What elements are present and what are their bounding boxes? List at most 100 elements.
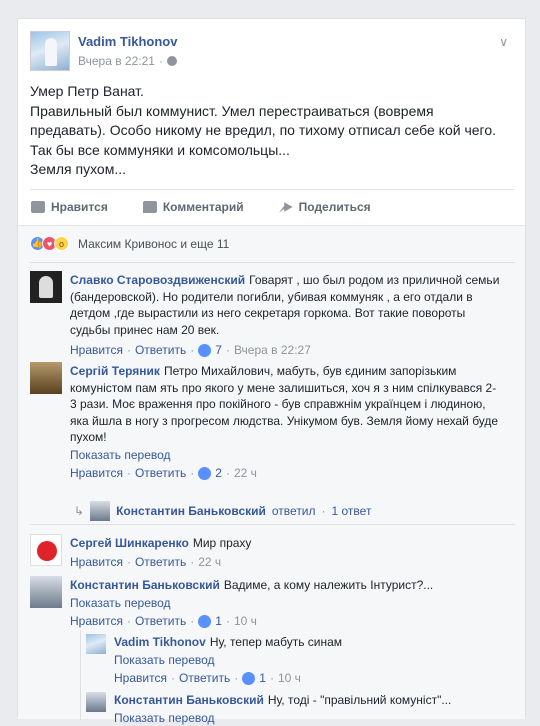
- avatar[interactable]: [30, 362, 62, 394]
- like-count-icon: [242, 672, 255, 685]
- comment-actions: Нравится · Ответить · 2 · 22 ч: [70, 465, 515, 482]
- separator-dot: ·: [127, 342, 131, 359]
- show-translation-link[interactable]: Показать перевод: [114, 652, 514, 669]
- comment-text: Ну, тепер мабуть синам: [210, 635, 342, 649]
- reactions-summary[interactable]: 👍 ♥ o Максим Кривонос и еще 11: [30, 236, 229, 251]
- post-line: Земля пухом...: [30, 160, 515, 180]
- comment-body: Константин Баньковский Вадиме, а кому нал…: [70, 577, 515, 630]
- comment-body: Славко СтаровоздвиженскийГоварят , шо бы…: [70, 272, 515, 359]
- post-card: Vadim Tikhonov Вчера в 22:21 · ∨ Умер Пе…: [17, 18, 526, 718]
- author-avatar[interactable]: [30, 31, 70, 71]
- comment-like-link[interactable]: Нравится: [70, 342, 123, 359]
- comment-reply-link[interactable]: Ответить: [135, 465, 186, 482]
- comment-text: Петро Михайлович, мабуть, був єдиним зап…: [164, 364, 456, 378]
- comment-line: детдом ,где вырастили из него секретаря …: [70, 305, 515, 322]
- separator-dot: ·: [171, 670, 175, 687]
- separator-dot: ·: [190, 342, 194, 359]
- show-translation-link[interactable]: Показать перевод: [70, 595, 515, 612]
- post-line: Правильный был коммунист. Умел перестраи…: [30, 102, 515, 122]
- comment-actions: Нравится · Ответить · 1 · 10 ч: [70, 613, 515, 630]
- comment-reply-link[interactable]: Ответить: [135, 613, 186, 630]
- reply-count: 1 ответ: [332, 504, 372, 518]
- comment-line: (бандеровской). Но родители погибли, уби…: [70, 289, 515, 306]
- comment-line: Константин БаньковскийНу, тоді - "правіл…: [114, 692, 514, 709]
- comment-reply-link[interactable]: Ответить: [179, 670, 230, 687]
- comment-line: Vadim Tikhonov Ну, тепер мабуть синам: [114, 634, 514, 651]
- comment-line: комуністом пам ять про якого у мене зали…: [70, 380, 515, 397]
- comment-actions: Нравится · Ответить · 7 · Вчера в 22:27: [70, 342, 515, 359]
- like-count[interactable]: 1: [259, 670, 266, 687]
- comment-reply-link[interactable]: Ответить: [135, 554, 186, 571]
- comment-text: Вадиме, а кому належить Інтурист?...: [224, 578, 433, 592]
- comment-body: Сергій Теряник Петро Михайлович, мабуть, …: [70, 363, 515, 482]
- commenter-name[interactable]: Константин Баньковский: [70, 578, 220, 592]
- comment-time[interactable]: Вчера в 22:27: [234, 342, 311, 359]
- commenter-name[interactable]: Константин Баньковский: [114, 693, 264, 707]
- chevron-down-icon[interactable]: ∨: [499, 35, 508, 49]
- like-count-icon: [198, 467, 211, 480]
- view-replies-link[interactable]: ↳ Константин Баньковский ответил · 1 отв…: [74, 501, 371, 521]
- avatar[interactable]: [86, 634, 106, 654]
- avatar[interactable]: [30, 534, 62, 566]
- commenter-name[interactable]: Vadim Tikhonov: [114, 635, 206, 649]
- comment-text: Мир праху: [193, 536, 252, 550]
- share-button[interactable]: Поделиться: [278, 200, 371, 214]
- like-count[interactable]: 7: [215, 342, 222, 359]
- separator-dot: ·: [234, 670, 238, 687]
- commenter-name[interactable]: Сергей Шинкаренко: [70, 536, 189, 550]
- reply-arrow-icon: ↳: [74, 504, 84, 518]
- comment-line: яка йшла в ногу з прогресом людства. Уні…: [70, 413, 515, 430]
- like-count[interactable]: 2: [215, 465, 222, 482]
- separator-dot: ·: [127, 613, 131, 630]
- post-timestamp[interactable]: Вчера в 22:21: [78, 54, 155, 68]
- comment-line: Сергій Теряник Петро Михайлович, мабуть, …: [70, 363, 515, 380]
- comment-body: Константин БаньковскийНу, тоді - "правіл…: [114, 692, 514, 726]
- separator-dot: ·: [190, 465, 194, 482]
- separator-dot: ·: [226, 613, 230, 630]
- commenter-name[interactable]: Славко Старовоздвиженский: [70, 273, 245, 287]
- post-line: предавать). Особо никому не вредил, по т…: [30, 121, 515, 141]
- post-line: Так бы все коммуняки и комсомольцы...: [30, 141, 515, 161]
- comment-like-link[interactable]: Нравится: [114, 670, 167, 687]
- comment-line: Сергей Шинкаренко Мир праху: [70, 535, 515, 552]
- separator-dot: ·: [322, 504, 326, 518]
- separator-dot: ·: [270, 670, 274, 687]
- share-icon: [279, 201, 293, 213]
- like-count[interactable]: 1: [215, 613, 222, 630]
- comment-like-link[interactable]: Нравится: [70, 613, 123, 630]
- comment-time[interactable]: 22 ч: [234, 465, 257, 482]
- replied-label: ответил: [272, 504, 316, 518]
- comment-like-link[interactable]: Нравится: [70, 554, 123, 571]
- separator-dot: ·: [226, 465, 230, 482]
- meta-dot: ·: [159, 54, 163, 68]
- comment-reply-link[interactable]: Ответить: [135, 342, 186, 359]
- separator-dot: ·: [226, 342, 230, 359]
- comment-like-link[interactable]: Нравится: [70, 465, 123, 482]
- separator-dot: ·: [127, 465, 131, 482]
- comment-time[interactable]: 22 ч: [198, 554, 221, 571]
- comment-time[interactable]: 10 ч: [278, 670, 301, 687]
- globe-icon: [167, 56, 177, 66]
- comment-icon: [143, 201, 157, 213]
- comment-body: Vadim Tikhonov Ну, тепер мабуть синам Пок…: [114, 634, 514, 687]
- comment-time[interactable]: 10 ч: [234, 613, 257, 630]
- post-line: Умер Петр Ванат.: [30, 82, 515, 102]
- comment-button[interactable]: Комментарий: [142, 200, 244, 214]
- post-author-name[interactable]: Vadim Tikhonov: [78, 34, 177, 49]
- separator-dot: ·: [127, 554, 131, 571]
- thumbs-up-icon: [31, 201, 45, 213]
- reactions-text[interactable]: Максим Кривонос и еще 11: [78, 237, 229, 251]
- avatar[interactable]: [30, 576, 62, 608]
- divider: [30, 524, 515, 525]
- avatar[interactable]: [30, 271, 62, 303]
- comment-line: судьбы принес нам 20 век.: [70, 322, 515, 339]
- avatar: [90, 501, 110, 521]
- show-translation-link[interactable]: Показать перевод: [70, 447, 515, 464]
- commenter-name[interactable]: Сергій Теряник: [70, 364, 160, 378]
- wow-reaction-icon: o: [54, 236, 69, 251]
- show-translation-link[interactable]: Показать перевод: [114, 710, 514, 726]
- avatar[interactable]: [86, 692, 106, 712]
- like-button[interactable]: Нравится: [30, 200, 108, 214]
- replier-name: Константин Баньковский: [116, 504, 266, 518]
- like-count-icon: [198, 615, 211, 628]
